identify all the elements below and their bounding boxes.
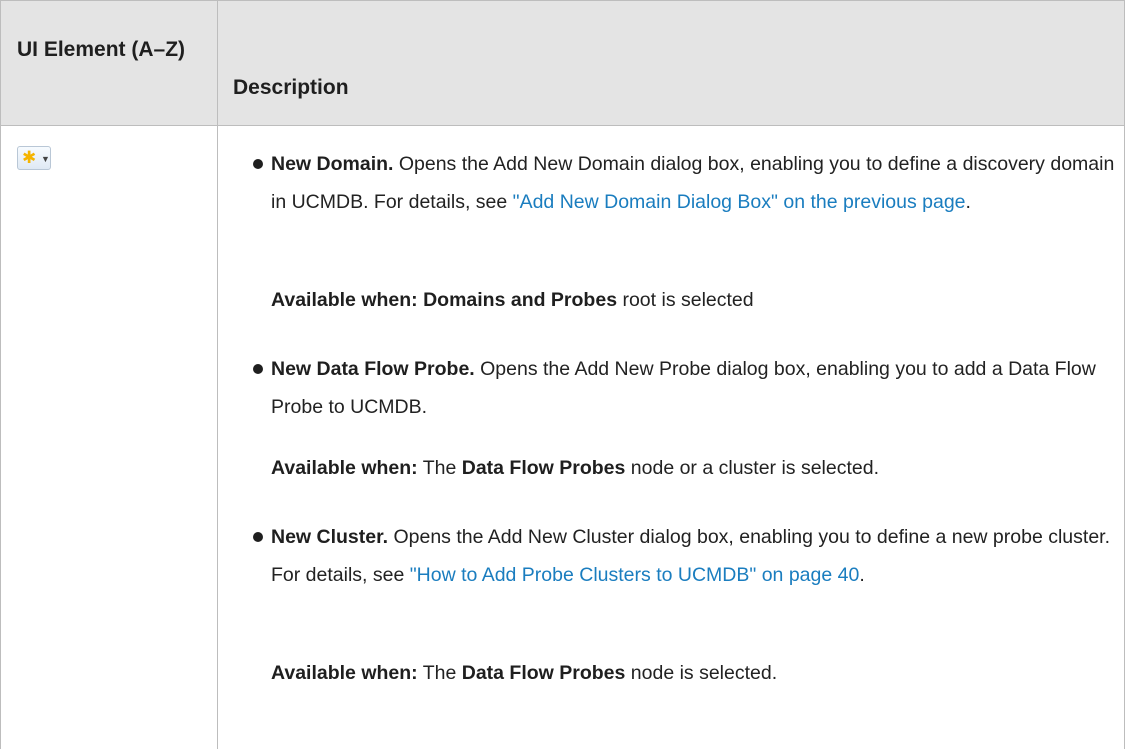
header-ui-element: UI Element (A–Z) — [17, 38, 186, 61]
avail-target: Data Flow Probes — [461, 457, 626, 479]
avail-rest: node or a cluster is selected. — [625, 457, 880, 479]
table-header-row: UI Element (A–Z) Description — [1, 0, 1124, 126]
item-title: New Data Flow Probe. — [271, 358, 475, 380]
chevron-down-icon: ▼ — [41, 154, 50, 164]
availability-new-cluster: Available when: The Data Flow Probes nod… — [271, 654, 1116, 692]
item-punct: . — [859, 564, 865, 586]
item-punct: . — [965, 191, 971, 213]
new-dropdown-button-icon[interactable]: ✱ ▼ — [17, 146, 51, 170]
avail-label: Available when: — [271, 289, 418, 311]
avail-label: Available when: — [271, 457, 418, 479]
link-how-to-add-probe-clusters[interactable]: "How to Add Probe Clusters to UCMDB" on … — [410, 564, 860, 586]
avail-target: Data Flow Probes — [461, 662, 626, 684]
avail-plain: The — [417, 662, 462, 684]
link-add-new-domain[interactable]: "Add New Domain Dialog Box" on the previ… — [513, 191, 966, 213]
bullet-icon — [253, 159, 263, 169]
new-star-icon: ✱ — [22, 148, 37, 167]
column-divider — [217, 0, 218, 749]
availability-new-data-flow-probe: Available when: The Data Flow Probes nod… — [271, 449, 1116, 487]
item-title: New Cluster. — [271, 526, 389, 548]
availability-new-domain: Available when: Domains and Probes root … — [271, 281, 1116, 319]
bullet-icon — [253, 532, 263, 542]
avail-rest: node is selected. — [625, 662, 778, 684]
avail-label: Available when: — [271, 662, 418, 684]
avail-target: Domains and Probes — [417, 289, 618, 311]
list-item-new-domain: New Domain. Opens the Add New Domain dia… — [271, 145, 1116, 221]
list-item-new-cluster: New Cluster. Opens the Add New Cluster d… — [271, 518, 1116, 594]
avail-rest: root is selected — [617, 289, 754, 311]
ui-elements-table: UI Element (A–Z) Description ✱ ▼ New Dom… — [0, 0, 1125, 749]
list-item-new-data-flow-probe: New Data Flow Probe. Opens the Add New P… — [271, 350, 1116, 426]
bullet-icon — [253, 364, 263, 374]
header-description: Description — [233, 76, 349, 99]
avail-plain: The — [417, 457, 462, 479]
item-title: New Domain. — [271, 153, 394, 175]
